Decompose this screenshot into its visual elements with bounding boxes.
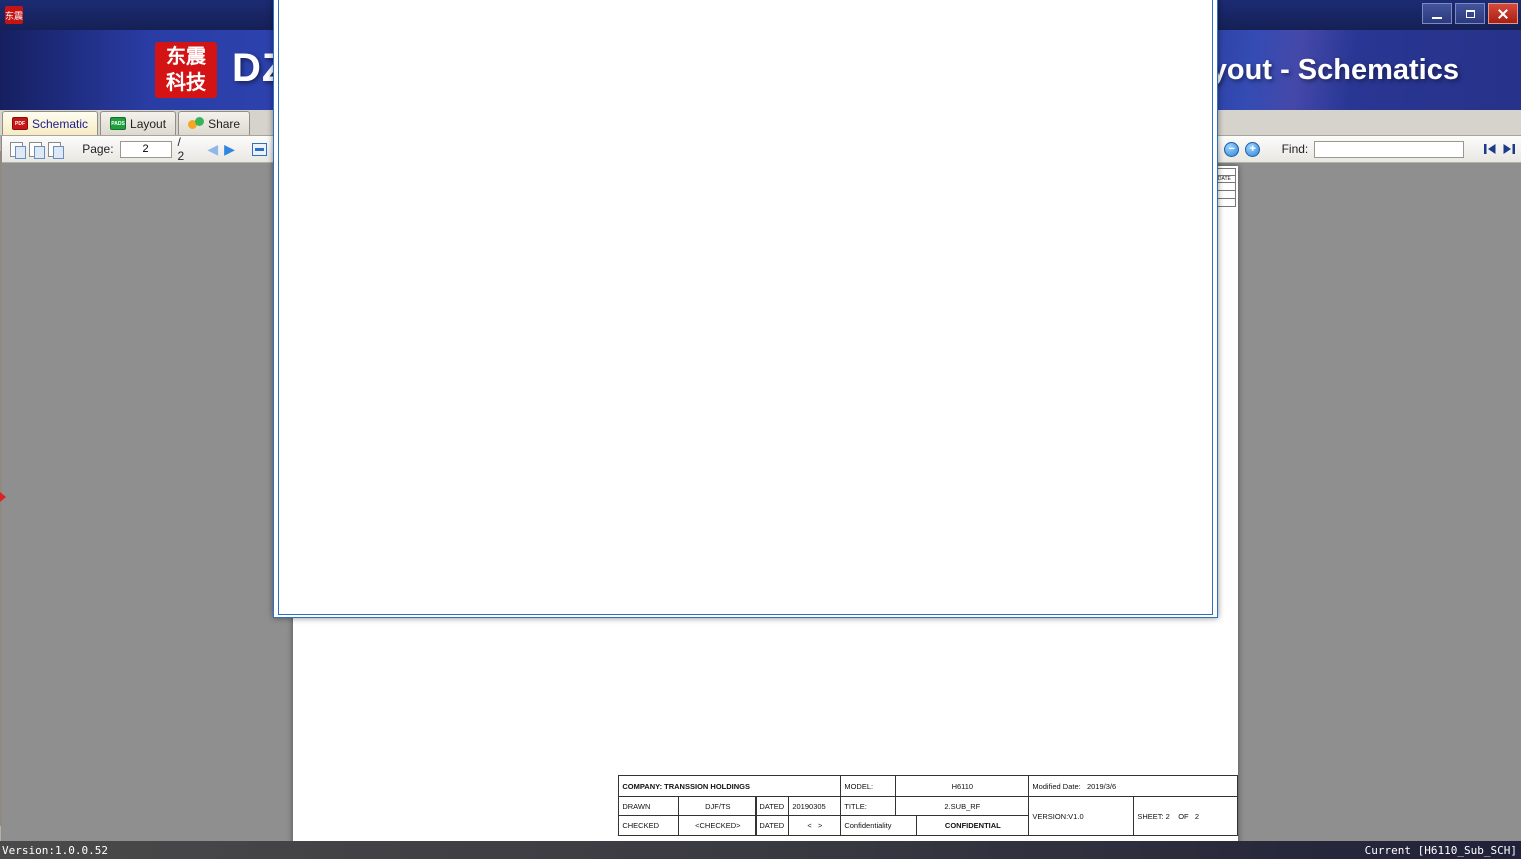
viewer-toolbar: Page: / 2 ◀ ▶ − + Find: Aa	[2, 136, 1521, 163]
find-input[interactable]	[1314, 141, 1464, 158]
minimize-button[interactable]	[1422, 3, 1452, 24]
next-page-icon[interactable]: ▶	[224, 142, 235, 156]
tab-label: Schematic	[32, 117, 88, 131]
facing-pages-view-icon[interactable]	[29, 142, 42, 157]
tab-share[interactable]: Share	[178, 111, 250, 135]
tab-schematic[interactable]: PDF Schematic	[2, 111, 98, 135]
company-cell: COMPANY: TRANSSION HOLDINGS	[618, 775, 841, 797]
current-document-text: Current [H6110_Sub_SCH]	[1365, 844, 1517, 857]
scroll-down-icon[interactable]	[0, 826, 1, 841]
version-text: Version:1.0.0.52	[2, 844, 108, 857]
page-input[interactable]	[120, 141, 172, 158]
page-label: Page:	[82, 142, 113, 156]
company-logo: 东震 科技	[155, 42, 217, 98]
pdf-viewer: Page: / 2 ◀ ▶ − + Find: Aa	[2, 136, 1521, 841]
close-icon	[1498, 9, 1508, 19]
title-block: COMPANY: TRANSSION HOLDINGS MODEL: H6110…	[618, 775, 1238, 836]
pdf-icon: PDF	[12, 117, 28, 130]
pads-icon: PADS	[110, 117, 126, 130]
close-button[interactable]	[1488, 3, 1518, 24]
zoom-in-icon[interactable]: +	[1245, 142, 1260, 157]
find-label: Find:	[1282, 142, 1309, 156]
maximize-icon	[1466, 10, 1475, 18]
status-bar: Version:1.0.0.52 Current [H6110_Sub_SCH]	[0, 841, 1521, 859]
zoom-out-icon[interactable]: −	[1224, 142, 1239, 157]
tab-layout[interactable]: PADS Layout	[100, 111, 176, 135]
share-icon	[188, 117, 204, 130]
content-area: +X521+X522+X550+X551+X552+X5511+X5515+X5…	[0, 136, 1521, 841]
fit-width-icon[interactable]	[252, 143, 267, 156]
maximize-button[interactable]	[1455, 3, 1485, 24]
app-window: 东震 DZKJ Schematics 东震 科技 DZKJ Tools Andr…	[0, 0, 1521, 859]
scroll-up-icon[interactable]	[0, 136, 1, 151]
single-page-view-icon[interactable]	[10, 142, 23, 157]
find-previous-icon[interactable]	[1482, 143, 1496, 155]
page-total: / 2	[178, 135, 190, 163]
tab-label: Share	[208, 117, 240, 131]
previous-page-icon[interactable]: ◀	[207, 142, 218, 156]
fit-page-icon[interactable]	[273, 0, 1218, 618]
find-next-icon[interactable]	[1502, 143, 1516, 155]
tab-label: Layout	[130, 117, 166, 131]
minimize-icon	[1432, 17, 1442, 19]
book-view-icon[interactable]	[48, 142, 61, 157]
